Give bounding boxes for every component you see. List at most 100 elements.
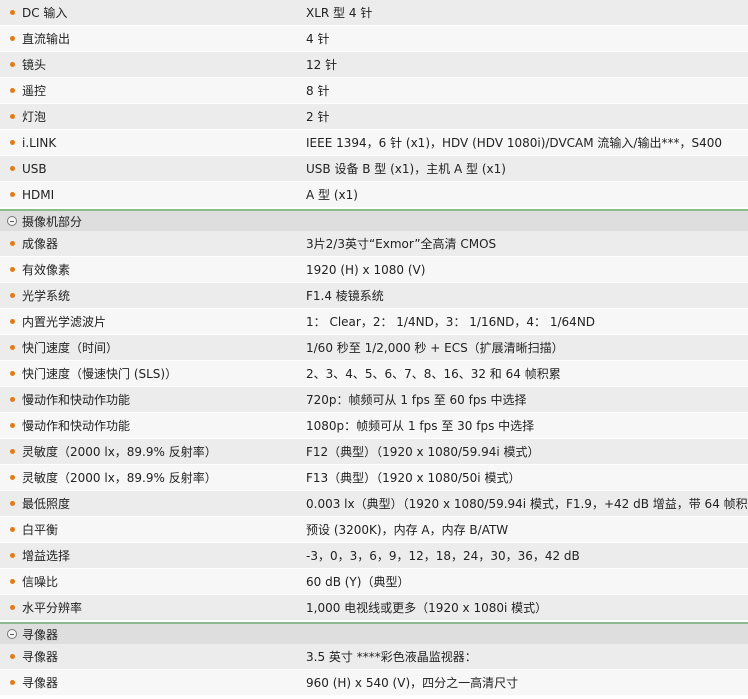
spec-label-cell: DC 输入 (0, 4, 280, 21)
spec-row: i.LINK IEEE 1394，6 针 (x1)，HDV (HDV 1080i)… (0, 130, 748, 156)
spec-label-cell: 内置光学滤波片 (0, 313, 280, 330)
section-header-camera[interactable]: 摄像机部分 (0, 209, 748, 231)
spec-label-cell: 遥控 (0, 82, 280, 99)
spec-row: 有效像素 1920 (H) x 1080 (V) (0, 257, 748, 283)
spec-label-cell: i.LINK (0, 136, 280, 150)
spec-value: 1920 (H) x 1080 (V) (306, 262, 426, 277)
spec-label: 慢动作和快动作功能 (22, 393, 131, 407)
spec-row: 寻像器 3.5 英寸 ****彩色液晶监视器： (0, 644, 748, 670)
spec-row: 水平分辨率 1,000 电视线或更多（1920 x 1080i 模式） (0, 595, 748, 621)
bullet-icon (10, 114, 15, 119)
viewfinder-rows: 寻像器 3.5 英寸 ****彩色液晶监视器： 寻像器 960 (H) x 540 (… (0, 644, 748, 696)
spec-label-cell: 直流输出 (0, 30, 280, 47)
spec-label-cell: 信噪比 (0, 573, 280, 590)
spec-label: 内置光学滤波片 (22, 315, 107, 329)
bullet-icon (10, 449, 15, 454)
spec-label: 光学系统 (22, 289, 71, 303)
spec-value: 1： Clear，2： 1/4ND，3： 1/16ND，4： 1/64ND (306, 315, 596, 329)
spec-row: 寻像器 960 (H) x 540 (V)，四分之一高清尺寸 (0, 670, 748, 696)
spec-label-cell: 增益选择 (0, 547, 280, 564)
spec-label-cell: HDMI (0, 188, 280, 202)
camera-rows: 成像器 3片2/3英寸“Exmor”全高清 CMOS 有效像素 1920 (H) x … (0, 231, 748, 621)
spec-label: DC 输入 (22, 6, 68, 20)
spec-value: F1.4 棱镜系统 (306, 289, 384, 303)
spec-value: 预设 (3200K)，内存 A，内存 B/ATW (306, 523, 509, 537)
spec-value: 3.5 英寸 ****彩色液晶监视器： (306, 650, 477, 664)
spec-label: 灵敏度（2000 lx，89.9% 反射率） (22, 445, 217, 459)
spec-value: IEEE 1394，6 针 (x1)，HDV (HDV 1080i)/DVCAM… (306, 136, 722, 150)
spec-row: 快门速度（时间） 1/60 秒至 1/2,000 秒 + ECS（扩展清晰扫描） (0, 335, 748, 361)
spec-label: 遥控 (22, 84, 47, 98)
bullet-icon (10, 62, 15, 67)
spec-value: 1/60 秒至 1/2,000 秒 + ECS（扩展清晰扫描） (306, 341, 564, 355)
spec-label: 快门速度（时间） (22, 341, 119, 355)
spec-label-cell: 灯泡 (0, 108, 280, 125)
bullet-icon (10, 36, 15, 41)
spec-label-cell: 快门速度（慢速快门 (SLS)） (0, 365, 280, 382)
bullet-icon (10, 192, 15, 197)
spec-row: 镜头 12 针 (0, 52, 748, 78)
section-title: 寻像器 (22, 627, 59, 642)
spec-value: 4 针 (306, 32, 330, 46)
spec-label: 慢动作和快动作功能 (22, 419, 131, 433)
spec-label-cell: 成像器 (0, 235, 280, 252)
spec-label-cell: 寻像器 (0, 674, 280, 691)
section-header-viewfinder[interactable]: 寻像器 (0, 622, 748, 644)
bullet-icon (10, 501, 15, 506)
spec-label-cell: 有效像素 (0, 261, 280, 278)
spec-label-cell: 灵敏度（2000 lx，89.9% 反射率） (0, 469, 280, 486)
spec-label-cell: 水平分辨率 (0, 599, 280, 616)
spec-label: 水平分辨率 (22, 601, 83, 615)
spec-label: 寻像器 (22, 676, 59, 690)
spec-label: 灵敏度（2000 lx，89.9% 反射率） (22, 471, 217, 485)
spec-label: 有效像素 (22, 263, 71, 277)
spec-label-cell: 慢动作和快动作功能 (0, 417, 280, 434)
spec-value: F12（典型）（1920 x 1080/59.94i 模式） (306, 445, 540, 459)
bullet-icon (10, 579, 15, 584)
spec-label: 信噪比 (22, 575, 59, 589)
bullet-icon (10, 527, 15, 532)
spec-label-cell: 快门速度（时间） (0, 339, 280, 356)
spec-label-cell: 灵敏度（2000 lx，89.9% 反射率） (0, 443, 280, 460)
collapse-icon[interactable] (7, 216, 17, 226)
bullet-icon (10, 680, 15, 685)
bullet-icon (10, 553, 15, 558)
bullet-icon (10, 166, 15, 171)
spec-label: 成像器 (22, 237, 59, 251)
spec-label: 增益选择 (22, 549, 71, 563)
spec-label: i.LINK (22, 135, 57, 150)
spec-row: 慢动作和快动作功能 1080p：帧频可从 1 fps 至 30 fps 中选择 (0, 413, 748, 439)
bullet-icon (10, 241, 15, 246)
spec-value: USB 设备 B 型 (x1)，主机 A 型 (x1) (306, 162, 506, 176)
spec-label-cell: 慢动作和快动作功能 (0, 391, 280, 408)
spec-value: 720p：帧频可从 1 fps 至 60 fps 中选择 (306, 393, 527, 407)
spec-row: 白平衡 预设 (3200K)，内存 A，内存 B/ATW (0, 517, 748, 543)
spec-row: 快门速度（慢速快门 (SLS)） 2、3、4、5、6、7、8、16、32 和 64… (0, 361, 748, 387)
spec-value: 2 针 (306, 110, 330, 124)
bullet-icon (10, 293, 15, 298)
collapse-icon[interactable] (7, 629, 17, 639)
spec-value: -3，0，3，6，9，12，18，24，30，36，42 dB (306, 549, 580, 563)
spec-label: 快门速度（慢速快门 (SLS)） (22, 367, 178, 381)
spec-value: A 型 (x1) (306, 188, 358, 202)
bullet-icon (10, 140, 15, 145)
spec-row: 信噪比 60 dB (Y)（典型） (0, 569, 748, 595)
spec-row: DC 输入 XLR 型 4 针 (0, 0, 748, 26)
spec-label-cell: USB (0, 162, 280, 176)
spec-value: 960 (H) x 540 (V)，四分之一高清尺寸 (306, 676, 519, 690)
spec-table: DC 输入 XLR 型 4 针直流输出 4 针镜头 12 针遥控 8 针灯泡 2 针 i.L… (0, 0, 748, 696)
spec-row: 成像器 3片2/3英寸“Exmor”全高清 CMOS (0, 231, 748, 257)
bullet-icon (10, 605, 15, 610)
spec-label-cell: 白平衡 (0, 521, 280, 538)
bullet-icon (10, 88, 15, 93)
bullet-icon (10, 371, 15, 376)
bullet-icon (10, 397, 15, 402)
spec-row: 直流输出 4 针 (0, 26, 748, 52)
bullet-icon (10, 345, 15, 350)
connector-rows: DC 输入 XLR 型 4 针直流输出 4 针镜头 12 针遥控 8 针灯泡 2 针 i.L… (0, 0, 748, 208)
spec-row: 灵敏度（2000 lx，89.9% 反射率） F13（典型）（1920 x 108… (0, 465, 748, 491)
spec-value: 8 针 (306, 84, 330, 98)
bullet-icon (10, 267, 15, 272)
spec-label-cell: 寻像器 (0, 648, 280, 665)
spec-row: 最低照度 0.003 lx（典型）（1920 x 1080/59.94i 模式，F… (0, 491, 748, 517)
